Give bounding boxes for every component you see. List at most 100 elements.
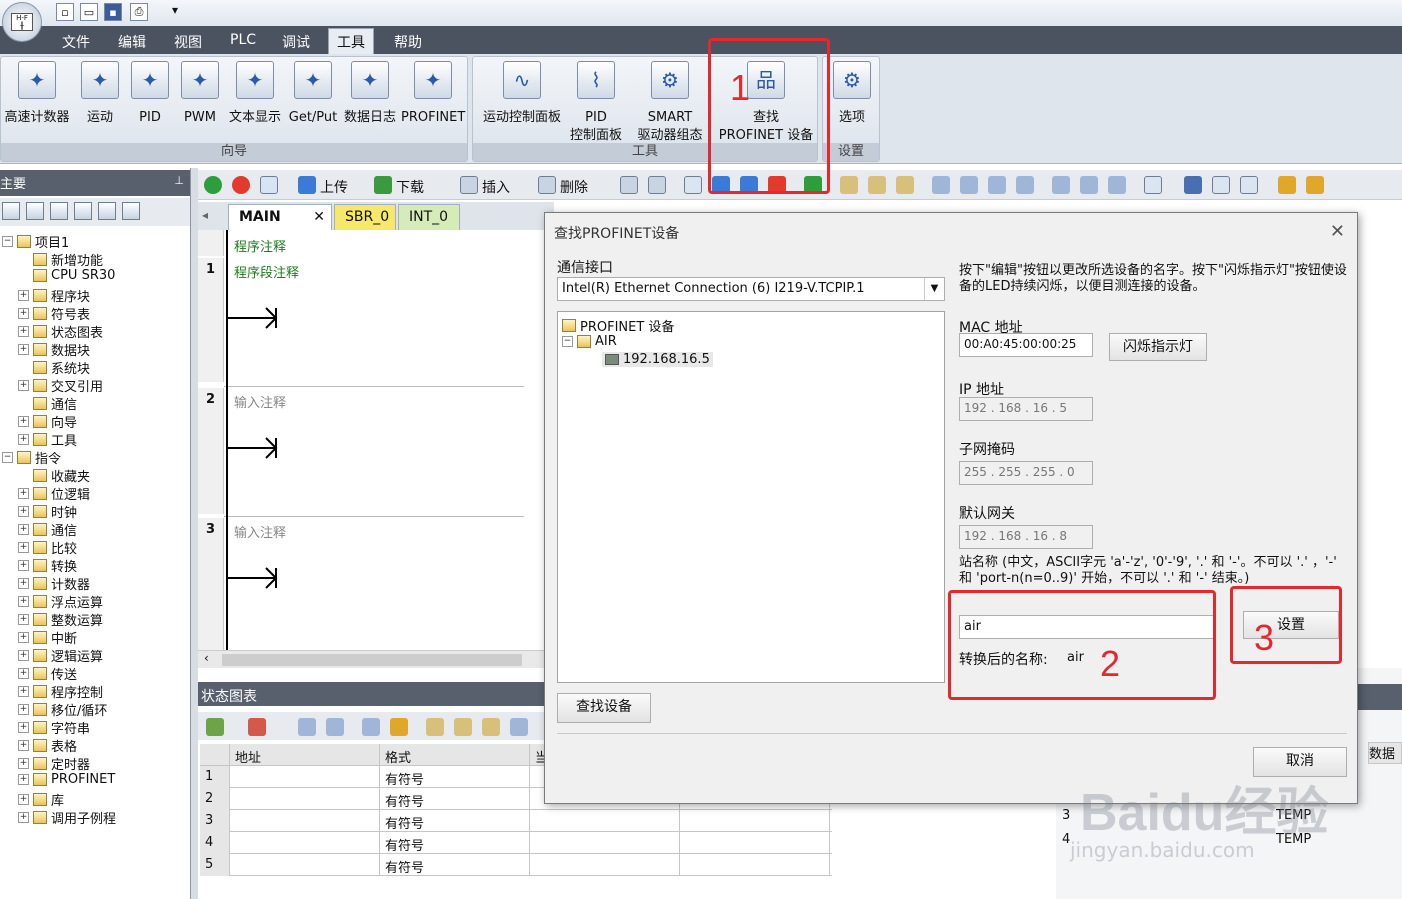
tree-profinet-root[interactable]: PROFINET 设备 — [562, 316, 674, 335]
gateway-field[interactable]: 192 . 168 . 16 . 8 — [959, 525, 1093, 549]
upload-icon[interactable] — [298, 176, 316, 194]
expand-icon[interactable]: + — [18, 380, 29, 391]
network-comment[interactable]: 输入注释 — [234, 392, 286, 411]
ladder-down-icon[interactable] — [960, 176, 978, 194]
expand-icon[interactable]: + — [18, 542, 29, 553]
upload-button[interactable]: 上传 — [320, 177, 348, 197]
lock-icon[interactable] — [840, 176, 858, 194]
table-cell[interactable] — [530, 810, 680, 832]
blink-led-button[interactable]: 闪烁指示灯 — [1109, 333, 1207, 361]
expand-icon[interactable]: + — [18, 794, 29, 805]
column-header[interactable]: 格式 — [380, 744, 530, 766]
contact-icon[interactable] — [1052, 176, 1070, 194]
table-cell[interactable] — [680, 810, 830, 832]
system-block-icon[interactable] — [98, 202, 116, 220]
tree-item[interactable]: 系统块 — [18, 358, 90, 377]
getput-wizard-button[interactable]: ✦ Get/Put — [287, 61, 339, 127]
table-row[interactable]: 5 有符号 — [200, 854, 832, 876]
tree-item[interactable]: + 库 — [18, 790, 64, 809]
table-cell[interactable]: 有符号 — [380, 854, 530, 876]
expand-icon[interactable]: + — [18, 578, 29, 589]
read-forced-icon[interactable] — [510, 718, 528, 736]
editor-horizontal-scrollbar[interactable]: ‹ — [198, 650, 544, 668]
tree-item[interactable]: + 定时器 — [18, 754, 90, 773]
program-comment[interactable]: 程序注释 — [234, 236, 286, 255]
expand-icon[interactable]: + — [18, 596, 29, 607]
tree-item[interactable]: + 浮点运算 — [18, 592, 103, 611]
expand-icon[interactable]: + — [18, 722, 29, 733]
tree-item[interactable]: + 整数运算 — [18, 610, 103, 629]
view-icon[interactable] — [2, 202, 20, 220]
table-cell[interactable] — [680, 854, 830, 876]
collapse-icon[interactable]: − — [2, 452, 13, 463]
collapse-icon[interactable]: − — [2, 236, 13, 247]
tree-item[interactable]: + 移位/循环 — [18, 700, 107, 719]
tree-item[interactable]: + PROFINET — [18, 772, 115, 787]
tree-item[interactable]: + 符号表 — [18, 304, 90, 323]
table-cell[interactable] — [530, 854, 680, 876]
mac-field[interactable]: 00:A0:45:00:00:25 — [959, 333, 1093, 357]
options-button[interactable]: ⚙ 选项 — [827, 61, 877, 127]
table-cell[interactable] — [230, 788, 380, 810]
menu-view[interactable]: 视图 — [174, 32, 202, 52]
insert-button[interactable]: 插入 — [482, 177, 510, 197]
tree-item[interactable]: + 逻辑运算 — [18, 646, 103, 665]
edit-icon[interactable] — [1212, 176, 1230, 194]
expand-icon[interactable]: + — [18, 704, 29, 715]
tab-scroll-left-icon[interactable]: ◂ — [202, 208, 208, 222]
tree-item[interactable]: 通信 — [18, 394, 77, 413]
force-icon[interactable] — [426, 718, 444, 736]
compile-icon[interactable] — [260, 176, 278, 194]
table-cell[interactable] — [230, 854, 380, 876]
table-cell[interactable]: 有符号 — [380, 832, 530, 854]
menu-tools[interactable]: 工具 — [328, 28, 374, 54]
expand-icon[interactable]: + — [18, 774, 29, 785]
tree-device-ip[interactable]: 192.168.16.5 — [602, 352, 713, 367]
expand-icon[interactable]: + — [18, 740, 29, 751]
table-cell[interactable]: 有符号 — [380, 788, 530, 810]
table-cell[interactable] — [680, 832, 830, 854]
box-icon[interactable] — [1108, 176, 1126, 194]
expand-icon[interactable]: + — [18, 344, 29, 355]
add-row-icon[interactable] — [206, 718, 224, 736]
tree-item[interactable]: + 计数器 — [18, 574, 90, 593]
table-cell[interactable]: 有符号 — [380, 766, 530, 788]
menu-edit[interactable]: 编辑 — [118, 32, 146, 52]
rung-output-icon[interactable] — [228, 566, 278, 590]
address-icon[interactable] — [1240, 176, 1258, 194]
ladder-line-icon[interactable] — [932, 176, 950, 194]
unlock-icon[interactable] — [868, 176, 886, 194]
insert-icon[interactable] — [460, 176, 478, 194]
network-comment[interactable]: 程序段注释 — [234, 262, 299, 281]
chevron-down-icon[interactable]: ▼ — [924, 278, 944, 300]
properties-icon[interactable] — [1306, 176, 1324, 194]
table-cell[interactable] — [230, 766, 380, 788]
download-icon[interactable] — [374, 176, 392, 194]
tab-int0[interactable]: INT_0 — [398, 204, 460, 230]
expand-icon[interactable]: + — [18, 668, 29, 679]
symbol-table-icon[interactable] — [26, 202, 44, 220]
tree-item[interactable]: + 转换 — [18, 556, 77, 575]
rung-output-icon[interactable] — [228, 306, 278, 330]
pid-panel-button[interactable]: ⌇ PID 控制面板 — [567, 61, 625, 145]
table-row[interactable]: 4 有符号 — [200, 832, 832, 854]
text-display-wizard-button[interactable]: ✦ 文本显示 — [225, 61, 285, 127]
pid-wizard-button[interactable]: ✦ PID — [127, 61, 173, 127]
menu-file[interactable]: 文件 — [62, 32, 90, 52]
panel-splitter[interactable] — [190, 168, 198, 899]
comment-icon[interactable] — [1144, 176, 1162, 194]
expand-icon[interactable]: + — [18, 434, 29, 445]
delete-row-icon[interactable] — [248, 718, 266, 736]
expand-icon[interactable]: + — [18, 524, 29, 535]
lock-all-icon[interactable] — [896, 176, 914, 194]
hsc-wizard-button[interactable]: ✦ 高速计数器 — [1, 61, 73, 127]
smart-drive-config-button[interactable]: ⚙ SMART 驱动器组态 — [627, 61, 713, 145]
communication-icon[interactable] — [122, 202, 140, 220]
tree-item[interactable]: + 程序控制 — [18, 682, 103, 701]
tree-item[interactable]: 新增功能 — [18, 250, 103, 269]
tree-item[interactable]: + 程序块 — [18, 286, 90, 305]
pwm-wizard-button[interactable]: ✦ PWM — [177, 61, 223, 127]
tree-item[interactable]: + 位逻辑 — [18, 484, 90, 503]
find-devices-button[interactable]: 查找设备 — [557, 693, 651, 723]
tree-item[interactable]: + 向导 — [18, 412, 77, 431]
